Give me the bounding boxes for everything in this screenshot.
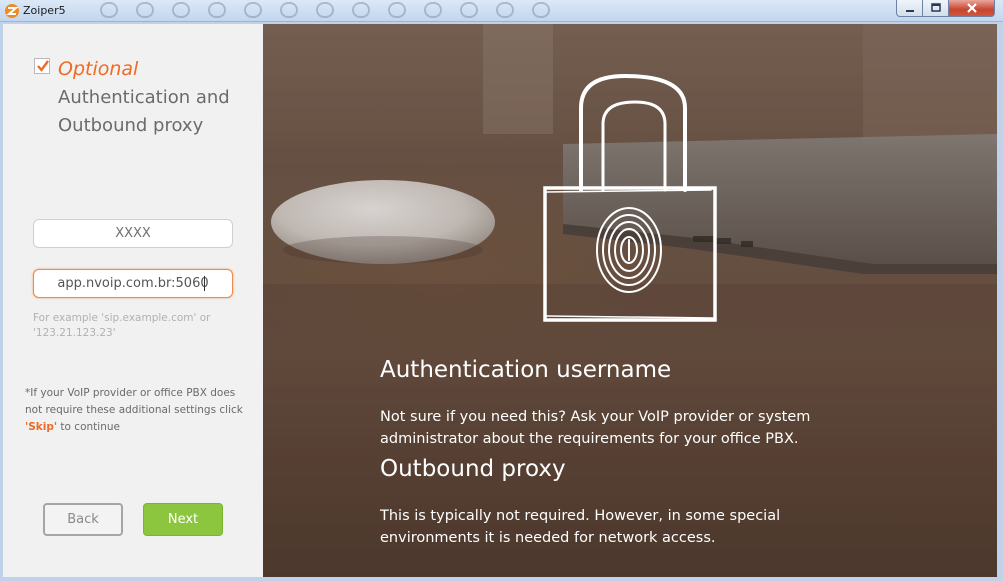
minimize-icon: [905, 10, 914, 12]
minimize-button[interactable]: [896, 0, 923, 17]
close-button[interactable]: [949, 0, 995, 17]
skip-note: *If your VoIP provider or office PBX doe…: [25, 385, 255, 436]
next-button[interactable]: Next: [143, 503, 223, 536]
proxy-description: This is typically not required. However,…: [380, 508, 781, 546]
back-button[interactable]: Back: [43, 503, 123, 536]
optional-label: Optional: [58, 58, 139, 80]
window-controls: [896, 0, 995, 17]
example-hint: For example 'sip.example.com' or '123.21…: [33, 312, 211, 339]
section-heading: Authentication and Outbound proxy: [58, 87, 230, 136]
window-title: Zoiper5: [23, 4, 66, 17]
info-panel: Authentication username Not sure if you …: [263, 24, 997, 577]
skip-note-text: *If your VoIP provider or office PBX doe…: [25, 387, 243, 416]
skip-note-tail: to continue: [57, 421, 120, 433]
auth-heading: Authentication username: [380, 357, 672, 383]
text-cursor: [204, 276, 205, 291]
maximize-button[interactable]: [923, 0, 949, 17]
auth-description: Not sure if you need this? Ask your VoIP…: [380, 409, 811, 447]
maximize-icon: [930, 3, 941, 12]
title-bar: Zoiper5: [0, 0, 1003, 22]
close-icon: [966, 3, 977, 13]
app-logo-icon: [5, 4, 19, 18]
auth-username-field[interactable]: [33, 219, 233, 248]
background-illustration: [263, 24, 997, 577]
settings-panel: Optional Authentication and Outbound pro…: [3, 24, 263, 577]
checkmark-icon: [37, 60, 49, 72]
outbound-proxy-field[interactable]: [33, 269, 233, 298]
proxy-heading: Outbound proxy: [380, 456, 566, 482]
background-toolbar: [100, 2, 568, 20]
skip-link[interactable]: 'Skip': [25, 421, 57, 433]
optional-checkbox[interactable]: [34, 58, 50, 74]
